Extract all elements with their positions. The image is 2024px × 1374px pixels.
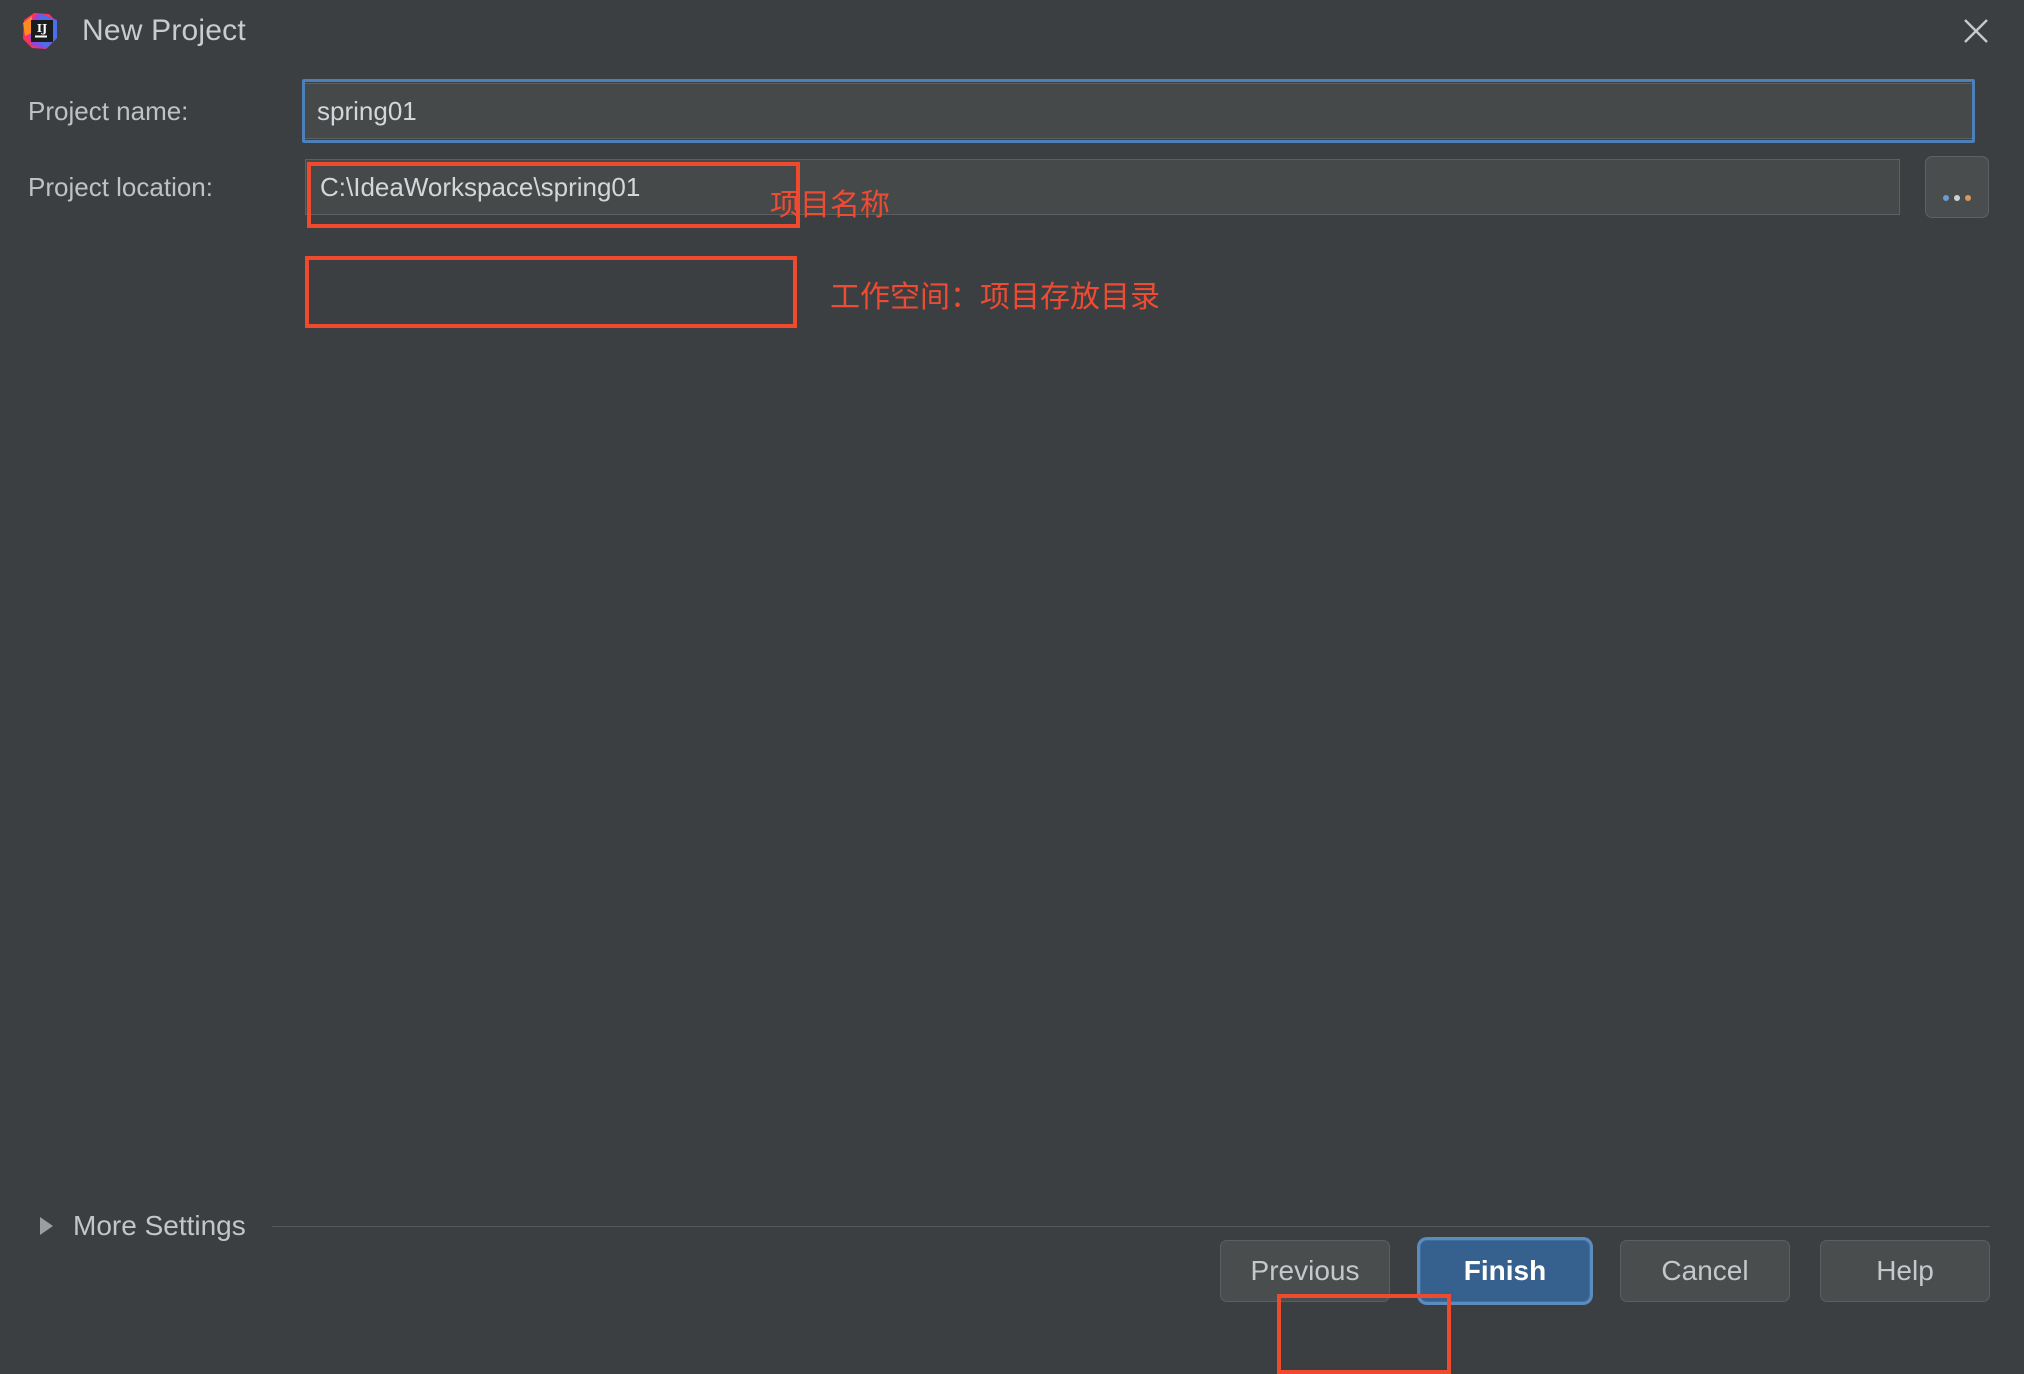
project-name-input-value[interactable]: spring01 bbox=[302, 83, 1975, 139]
project-name-row: Project name: spring01 bbox=[0, 80, 2024, 142]
triangle-right-icon bbox=[40, 1217, 53, 1235]
annotation-text-project-location: 工作空间：项目存放目录 bbox=[830, 272, 1160, 316]
annotation-box-project-location bbox=[305, 256, 797, 328]
project-form: Project name: spring01 Project location:… bbox=[0, 62, 2024, 1324]
previous-button[interactable]: Previous bbox=[1220, 1240, 1390, 1302]
project-name-label: Project name: bbox=[0, 96, 302, 127]
more-settings-toggle[interactable]: More Settings bbox=[28, 1210, 1990, 1242]
project-location-input-value[interactable]: C:\IdeaWorkspace\spring01 bbox=[305, 159, 1900, 215]
browse-folder-button[interactable] bbox=[1925, 156, 1989, 218]
svg-text:IJ: IJ bbox=[37, 22, 47, 35]
finish-button[interactable]: Finish bbox=[1420, 1240, 1590, 1302]
dialog-titlebar: IJ New Project bbox=[0, 0, 2024, 62]
dialog-title: New Project bbox=[82, 14, 246, 48]
more-settings-label: More Settings bbox=[73, 1210, 246, 1242]
dialog-footer: Previous Finish Cancel Help bbox=[1220, 1240, 1990, 1302]
project-location-row: Project location: C:\IdeaWorkspace\sprin… bbox=[0, 156, 2024, 218]
separator bbox=[272, 1226, 1990, 1227]
project-location-label: Project location: bbox=[0, 172, 302, 203]
intellij-idea-logo-icon: IJ bbox=[20, 11, 60, 51]
annotation-box-finish-button bbox=[1277, 1294, 1451, 1374]
cancel-button[interactable]: Cancel bbox=[1620, 1240, 1790, 1302]
close-icon[interactable] bbox=[1954, 9, 1998, 53]
ellipsis-icon bbox=[1943, 195, 1971, 201]
project-name-input[interactable]: spring01 bbox=[302, 82, 1975, 140]
help-button[interactable]: Help bbox=[1820, 1240, 1990, 1302]
new-project-dialog: IJ New Project Project name: spring01 Pr… bbox=[0, 0, 2024, 1324]
project-location-input[interactable]: C:\IdeaWorkspace\spring01 bbox=[305, 158, 1900, 216]
